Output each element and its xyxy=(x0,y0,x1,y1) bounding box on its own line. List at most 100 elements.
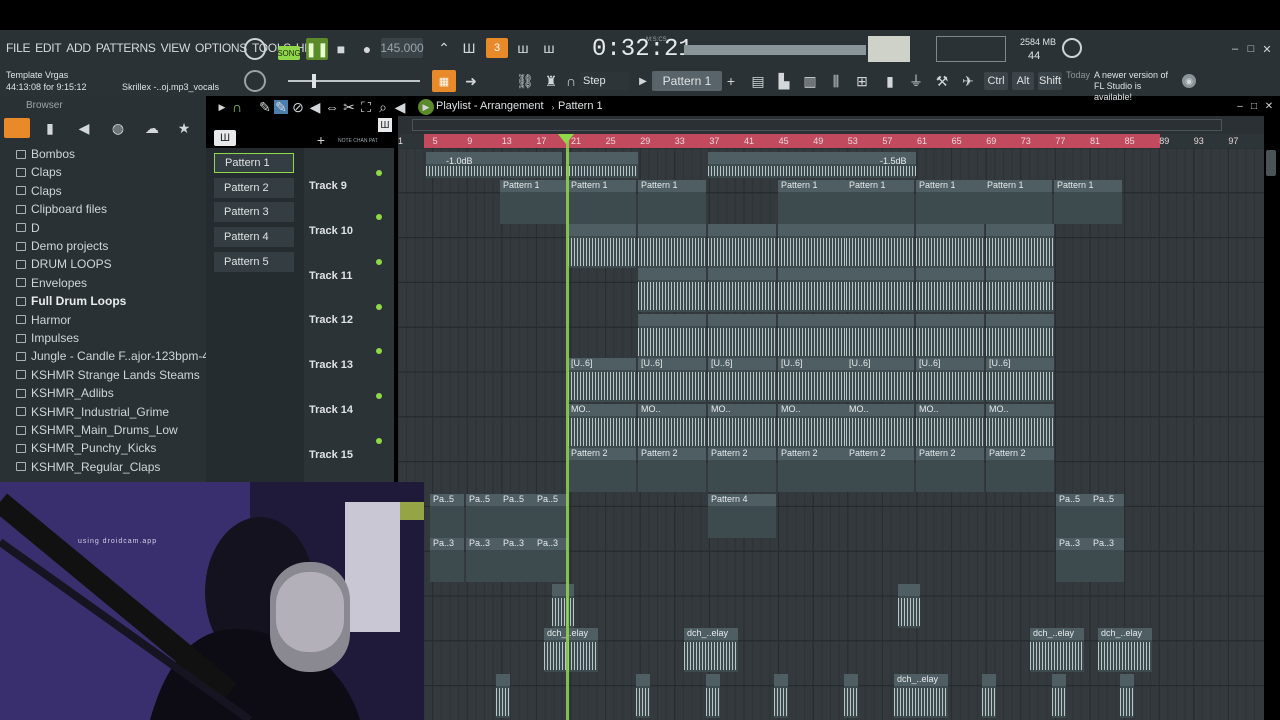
mixer-icon[interactable]: ▥ xyxy=(800,70,820,92)
track-mute-icon[interactable] xyxy=(376,170,382,176)
browser-item[interactable]: Demo projects xyxy=(16,239,108,253)
playlist-minimize-icon[interactable]: – xyxy=(1234,100,1246,112)
step-edit-icon[interactable]: ш xyxy=(512,38,534,58)
alt-key[interactable]: Alt xyxy=(1012,72,1034,90)
track-name[interactable]: Track 13 xyxy=(309,359,353,371)
browser-item[interactable]: KSHMR_Regular_Claps xyxy=(16,460,160,474)
track-name[interactable]: Track 10 xyxy=(309,225,353,237)
track-name[interactable]: Track 11 xyxy=(309,270,352,282)
pattern-item[interactable]: Pattern 3 xyxy=(214,202,294,223)
countdown-button[interactable]: 3 xyxy=(486,38,508,58)
browser-item[interactable]: Clipboard files xyxy=(16,202,107,216)
track-name[interactable]: Track 12 xyxy=(309,314,353,326)
browser-item[interactable]: Impulses xyxy=(16,331,79,345)
menu-add[interactable]: ADD xyxy=(66,41,91,55)
pattern-picker-button[interactable]: Ш xyxy=(214,130,236,146)
browser-item[interactable]: Jungle - Candle F..ajor-123bpm-451hz xyxy=(16,349,235,363)
vertical-scrollbar[interactable] xyxy=(1266,150,1276,176)
feedback-icon[interactable]: ✈ xyxy=(958,70,978,92)
pattern-item[interactable]: Pattern 1 xyxy=(214,153,294,173)
playhead[interactable] xyxy=(566,134,569,720)
playlist-magnet-icon[interactable]: ∩ xyxy=(230,99,244,115)
play-icon[interactable]: ❚❚ xyxy=(305,38,329,60)
maximize-icon[interactable]: □ xyxy=(1244,42,1258,56)
pattern-prev-icon[interactable]: ▶ xyxy=(636,72,650,90)
browser-item[interactable]: Harmor xyxy=(16,313,71,327)
clipboard-icon[interactable]: ▮ xyxy=(880,70,900,92)
pattern-item[interactable]: Pattern 2 xyxy=(214,177,294,198)
record-icon[interactable]: ● xyxy=(356,38,378,60)
slice-tool-icon[interactable]: ✂ xyxy=(342,99,356,115)
browser-item[interactable]: Claps xyxy=(16,184,62,198)
horizontal-scrollbar[interactable] xyxy=(412,119,1222,131)
menu-file[interactable]: FILE xyxy=(6,41,30,55)
globe-icon[interactable]: ◉ xyxy=(1182,74,1196,88)
browser-speaker-icon[interactable]: ◀ xyxy=(76,120,92,136)
slip-tool-icon[interactable]: ⇔ xyxy=(325,99,339,115)
tools-icon[interactable]: ⚒ xyxy=(932,70,952,92)
browser-item[interactable]: KSHMR_Industrial_Grime xyxy=(16,405,169,419)
snap-select[interactable]: Step xyxy=(580,72,630,90)
browser-all-tab[interactable] xyxy=(4,118,30,138)
tempo-display[interactable]: 145.000 xyxy=(380,38,424,58)
browser-item[interactable]: Envelopes xyxy=(16,276,87,290)
mute-tool-icon[interactable]: ◀ xyxy=(308,99,322,115)
playlist-view-button[interactable]: ▦ xyxy=(432,70,456,92)
track-mute-icon[interactable] xyxy=(376,303,382,310)
browser-item[interactable]: KSHMR_Main_Drums_Low xyxy=(16,423,178,437)
master-pitch-slider[interactable] xyxy=(288,80,420,82)
pattern-item[interactable]: Pattern 5 xyxy=(214,251,294,272)
zoom-tool-icon[interactable]: ⌕ xyxy=(376,99,390,115)
piano-roll-icon[interactable]: ▙ xyxy=(774,70,794,92)
channel-rack-icon[interactable]: ▤ xyxy=(748,70,768,92)
add-pattern-icon[interactable]: + xyxy=(724,72,738,90)
browser-item[interactable]: KSHMR Strange Lands Steams xyxy=(16,368,200,382)
power-icon[interactable] xyxy=(1062,38,1082,58)
pattern-selector[interactable]: Pattern 1 xyxy=(652,71,722,91)
news-text[interactable]: A newer version of FL Studio is availabl… xyxy=(1094,70,1180,103)
menu-view[interactable]: VIEW xyxy=(161,41,191,55)
wait-input-icon[interactable]: Ш xyxy=(458,38,480,58)
stop-icon[interactable]: ■ xyxy=(330,38,352,60)
track-name[interactable]: Track 14 xyxy=(309,404,353,416)
browser-plugin-icon[interactable]: ◍ xyxy=(110,120,126,136)
browser-item[interactable]: DRUM LOOPS xyxy=(16,257,112,271)
playlist-close-icon[interactable]: ✕ xyxy=(1263,100,1275,112)
menu-edit[interactable]: EDIT xyxy=(35,41,61,55)
ctrl-key[interactable]: Ctrl xyxy=(984,72,1008,90)
select-tool-icon[interactable]: ⛶ xyxy=(359,99,373,115)
menu-patterns[interactable]: PATTERNS xyxy=(96,41,156,55)
loop-region[interactable] xyxy=(424,134,1160,148)
paint-tool-icon[interactable]: ✎ xyxy=(274,99,288,115)
song-mode-button[interactable]: SONG xyxy=(277,46,301,60)
browser-icon[interactable]: ⫼ xyxy=(826,70,846,92)
arrow-right-icon[interactable]: ➜ xyxy=(460,70,482,92)
playhead-marker-icon[interactable] xyxy=(558,134,574,144)
master-pitch-knob[interactable] xyxy=(244,70,266,92)
metronome-icon[interactable]: ⌃ xyxy=(434,38,454,58)
stamp-icon[interactable]: ♜ xyxy=(540,70,562,92)
loop-record-icon[interactable]: ш xyxy=(538,38,560,58)
browser-cloud-icon[interactable]: ☁ xyxy=(144,120,160,136)
track-mode-icon[interactable]: Ш xyxy=(378,118,392,132)
link-icon[interactable]: ⛓ xyxy=(514,70,536,92)
track-name[interactable]: Track 9 xyxy=(309,180,347,192)
browser-item[interactable]: Full Drum Loops xyxy=(16,294,126,308)
plug-icon[interactable]: ⏚ xyxy=(906,70,926,92)
pattern-item[interactable]: Pattern 4 xyxy=(214,227,294,248)
browser-item[interactable]: Bombos xyxy=(16,147,75,161)
track-mute-icon[interactable] xyxy=(376,438,382,444)
menu-options[interactable]: OPTIONS xyxy=(195,41,247,55)
track-mute-icon[interactable] xyxy=(376,214,382,220)
browser-item[interactable]: D xyxy=(16,221,40,235)
playback-tool-icon[interactable]: ◀ xyxy=(393,99,407,115)
playlist-menu-icon[interactable]: ▶ xyxy=(216,100,228,114)
minimize-icon[interactable]: – xyxy=(1228,42,1242,56)
track-mute-icon[interactable] xyxy=(376,258,382,265)
plugin-picker-icon[interactable]: ⊞ xyxy=(852,70,872,92)
delete-tool-icon[interactable]: ⊘ xyxy=(291,99,305,115)
track-mute-icon[interactable] xyxy=(376,348,382,355)
browser-item[interactable]: KSHMR_Adlibs xyxy=(16,386,114,400)
master-volume-knob[interactable] xyxy=(244,38,266,60)
add-track-icon[interactable]: + xyxy=(316,132,326,148)
